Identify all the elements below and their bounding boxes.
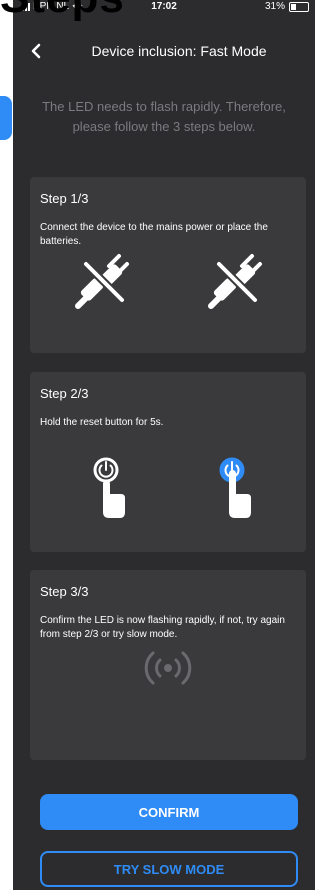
phone-screen: KPN NL 17:02 31% Device inclusion: Fast …	[13, 0, 315, 890]
step-card-2: Step 2/3 Hold the reset button for 5s.	[30, 372, 306, 552]
nav-bar: Device inclusion: Fast Mode	[13, 38, 315, 64]
step-title: Step 2/3	[40, 386, 89, 401]
status-right: 31%	[265, 1, 309, 12]
chevron-left-icon	[31, 43, 41, 59]
power-button-press-icon	[93, 457, 125, 518]
battery-icon	[289, 1, 309, 12]
page-title: Device inclusion: Fast Mode	[91, 43, 267, 59]
back-button[interactable]	[23, 38, 49, 64]
unplugged-icon	[208, 254, 262, 309]
power-button-press-icon	[219, 457, 251, 518]
intro-text: The LED needs to flash rapidly. Therefor…	[42, 99, 286, 134]
side-tab[interactable]	[0, 96, 12, 140]
step-title: Step 3/3	[40, 584, 89, 599]
step-description: Confirm the LED is now flashing rapidly,…	[40, 615, 285, 640]
step-title: Step 1/3	[40, 191, 89, 206]
step-description: Connect the device to the mains power or…	[40, 222, 268, 247]
step-description: Hold the reset button for 5s.	[40, 417, 164, 428]
step-card-1: Step 1/3 Connect the device to the mains…	[30, 177, 306, 353]
confirm-button[interactable]: CONFIRM	[40, 794, 298, 830]
unplugged-icon	[75, 254, 129, 309]
step-card-3: Step 3/3 Confirm the LED is now flashing…	[30, 570, 306, 760]
try-slow-mode-button[interactable]: TRY SLOW MODE	[40, 851, 298, 887]
cut-off-heading: Steps	[0, 0, 125, 20]
led-flashing-icon	[144, 651, 192, 685]
battery-percent: 31%	[264, 1, 285, 12]
